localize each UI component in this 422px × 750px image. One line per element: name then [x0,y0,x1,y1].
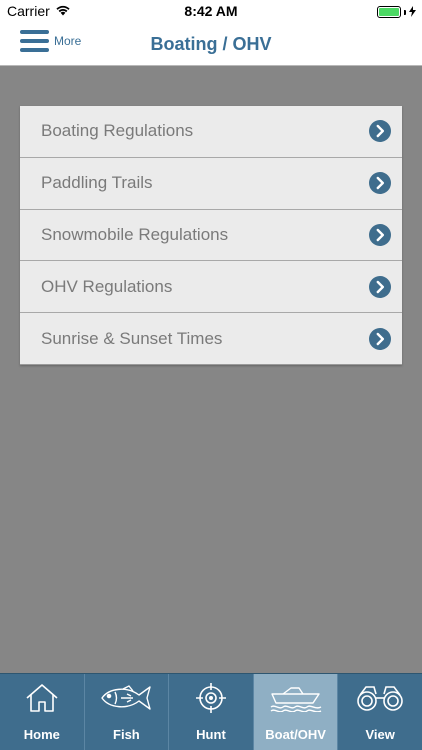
chevron-right-icon [369,327,391,350]
battery-cap [404,9,406,15]
menu-item-label: OHV Regulations [41,276,173,296]
tab-label: Fish [113,727,140,742]
crosshair-icon [183,681,239,715]
menu-item-snowmobile-regulations[interactable]: Snowmobile Regulations [20,210,402,262]
chevron-right-icon [369,172,391,195]
tab-view[interactable]: View [338,674,422,750]
tab-label: Boat/OHV [265,727,326,742]
home-icon [14,681,70,715]
nav-bar: Boating / OHV More [0,22,422,66]
menu-item-label: Paddling Trails [41,173,153,193]
chevron-right-icon [369,223,391,246]
tab-home[interactable]: Home [0,674,85,750]
menu-item-ohv-regulations[interactable]: OHV Regulations [20,261,402,314]
menu-item-label: Boating Regulations [41,121,194,141]
fish-icon [98,681,154,715]
status-bar: Carrier 8:42 AM [0,0,422,22]
chevron-right-icon [369,275,391,298]
boat-icon [268,681,324,715]
tab-boat-ohv[interactable]: Boat/OHV [253,674,339,750]
tab-label: Home [23,727,60,742]
chevron-right-icon [369,120,391,143]
charging-icon [409,4,416,20]
status-time: 8:42 AM [184,3,238,19]
menu-item-boating-regulations[interactable]: Boating Regulations [20,106,402,158]
more-label: More [54,34,82,48]
menu-item-label: Snowmobile Regulations [41,224,229,244]
menu-item-label: Sunrise & Sunset Times [41,328,223,348]
menu-item-paddling-trails[interactable]: Paddling Trails [20,158,402,210]
tab-label: View [365,727,395,742]
status-right [377,4,416,20]
tab-bar: Home Fish Hunt Boat/OHV View [0,673,422,750]
hamburger-icon [20,30,49,52]
tab-fish[interactable]: Fish [85,674,170,750]
binoculars-icon [352,681,408,715]
tab-hunt[interactable]: Hunt [169,674,254,750]
menu-list: Boating Regulations Paddling Trails Snow… [20,106,402,365]
menu-item-sunrise-sunset-times[interactable]: Sunrise & Sunset Times [20,313,402,365]
battery-icon [377,6,401,18]
more-button[interactable]: More [20,30,81,52]
tab-label: Hunt [196,727,226,742]
